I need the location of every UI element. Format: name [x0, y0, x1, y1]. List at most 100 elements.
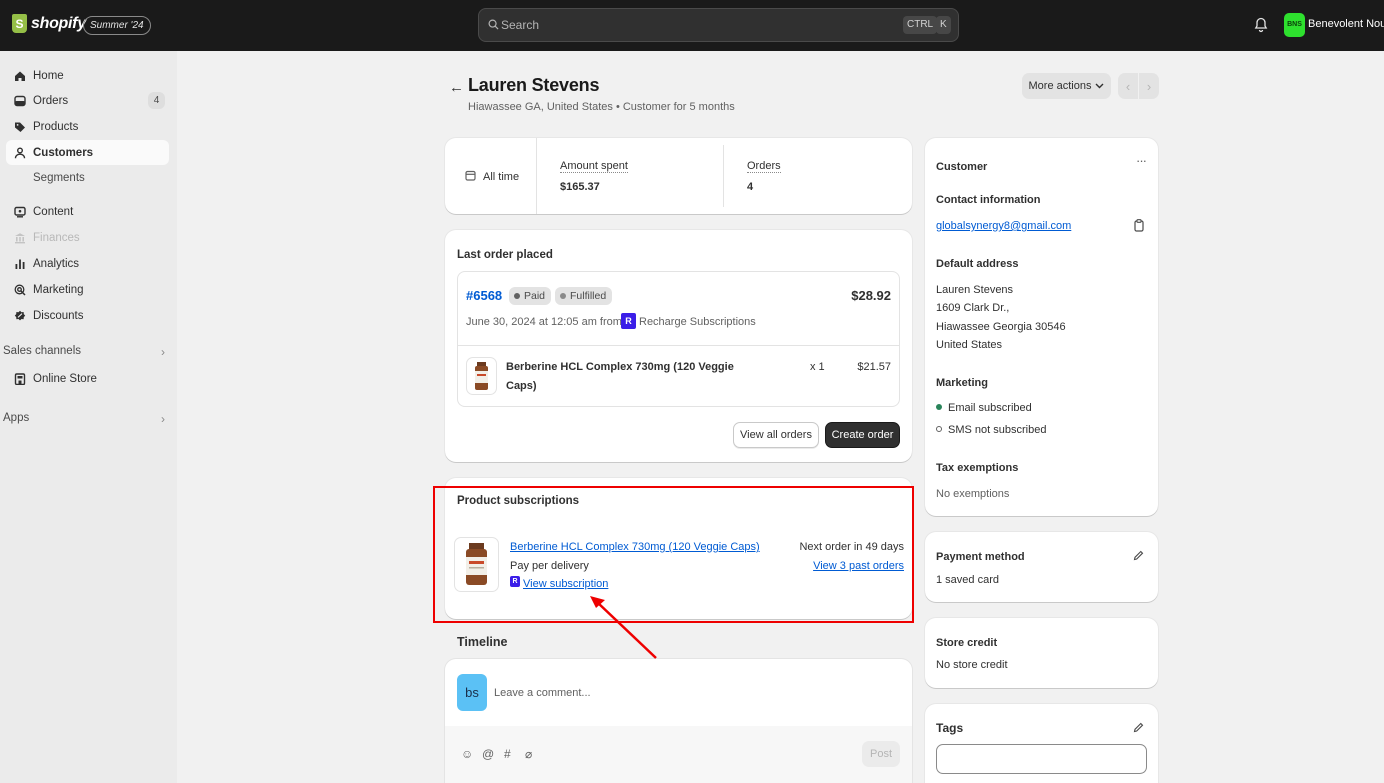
sidebar-item-customers[interactable]: Customers: [6, 140, 169, 165]
chevron-down-icon: [1095, 83, 1104, 89]
status-dot: [560, 293, 566, 299]
target-icon: [14, 284, 26, 296]
sidebar-item-content[interactable]: Content: [6, 199, 169, 224]
sidebar-item-marketing[interactable]: Marketing: [6, 277, 169, 302]
customer-email-link[interactable]: globalsynergy8@gmail.com: [936, 220, 1071, 232]
store-avatar[interactable]: BNS: [1284, 13, 1305, 37]
highlight-annotation-box: [433, 486, 914, 623]
address-line: 1609 Clark Dr.,: [936, 302, 1010, 314]
edit-pencil-icon[interactable]: [1133, 550, 1144, 561]
period-selector[interactable]: All time: [483, 171, 519, 183]
customer-card: Customer ··· Contact information globals…: [925, 138, 1158, 516]
sidebar-item-label: Home: [33, 69, 64, 82]
contact-info-title: Contact information: [936, 194, 1041, 206]
payment-method-value: 1 saved card: [936, 574, 999, 586]
sidebar-item-products[interactable]: Products: [6, 114, 169, 139]
annotation-arrow-icon: [590, 596, 657, 659]
apps-section[interactable]: Apps ›: [3, 412, 165, 426]
last-order-card: Last order placed #6568 Paid Fulfilled $…: [445, 230, 912, 462]
amount-spent-label: Amount spent: [560, 160, 628, 173]
more-actions-button[interactable]: More actions: [1022, 73, 1111, 99]
sidebar-item-label: Marketing: [33, 283, 84, 296]
sidebar-item-home[interactable]: Home: [6, 63, 169, 88]
sidebar-item-label: Discounts: [33, 309, 84, 322]
sidebar-item-orders[interactable]: Orders 4: [6, 88, 169, 113]
view-all-orders-button[interactable]: View all orders: [733, 422, 819, 448]
hashtag-icon[interactable]: #: [504, 747, 511, 761]
sidebar-item-label: Orders: [33, 94, 69, 107]
address-line: United States: [936, 339, 1003, 351]
sidebar-item-label: Content: [33, 205, 74, 218]
order-total: $28.92: [851, 288, 891, 303]
sidebar-item-online-store[interactable]: Online Store: [6, 366, 169, 391]
sales-channels-section[interactable]: Sales channels ›: [3, 345, 165, 359]
orders-icon: [14, 95, 26, 106]
timeline-title: Timeline: [457, 635, 508, 649]
comment-toolbar: [445, 726, 912, 783]
divider: [536, 138, 537, 214]
store-credit-value: No store credit: [936, 659, 1008, 671]
sms-marketing-status: SMS not subscribed: [948, 424, 1047, 436]
sidebar-item-label: Analytics: [33, 257, 80, 270]
edit-pencil-icon[interactable]: [1133, 722, 1144, 733]
store-name[interactable]: Benevolent Nouri: [1308, 18, 1384, 30]
customer-card-title: Customer: [936, 161, 988, 173]
user-avatar: bs: [457, 674, 487, 711]
supplement-bottle-image: [475, 362, 488, 390]
emoji-icon[interactable]: ☺: [461, 747, 473, 761]
orders-label: Orders: [747, 160, 781, 173]
payment-method-card: Payment method 1 saved card: [925, 532, 1158, 602]
sidebar-item-label: Customers: [33, 146, 94, 159]
marketing-title: Marketing: [936, 377, 988, 389]
item-name-line1[interactable]: Berberine HCL Complex 730mg (120 Veggie: [506, 361, 734, 373]
sidebar-item-finances: Finances: [6, 225, 169, 250]
default-address-title: Default address: [936, 258, 1019, 270]
search-bar[interactable]: CTRL K: [478, 8, 959, 42]
address-line: Hiawassee Georgia 30546: [936, 321, 1066, 333]
more-actions-label: More actions: [1028, 80, 1092, 92]
person-icon: [14, 147, 26, 158]
more-options-icon[interactable]: ···: [1136, 153, 1147, 168]
sidebar-item-analytics[interactable]: Analytics: [6, 251, 169, 276]
last-order-title: Last order placed: [457, 249, 553, 261]
copy-icon[interactable]: [1134, 219, 1144, 232]
order-summary-box: #6568 Paid Fulfilled $28.92 June 30, 202…: [457, 271, 900, 407]
product-thumbnail: [466, 357, 497, 395]
sales-channels-label: Sales channels: [3, 345, 81, 357]
sidebar-item-label: Finances: [33, 231, 80, 244]
calendar-icon: [465, 170, 476, 181]
sidebar-item-label: Products: [33, 120, 79, 133]
item-quantity: x 1: [810, 361, 825, 373]
search-input[interactable]: [501, 15, 861, 35]
bell-icon[interactable]: [1254, 17, 1268, 33]
sidebar-item-discounts[interactable]: Discounts: [6, 303, 169, 328]
paid-status-text: Paid: [524, 290, 546, 302]
order-number-link[interactable]: #6568: [466, 288, 502, 303]
tax-exemptions-title: Tax exemptions: [936, 462, 1019, 474]
post-comment-button[interactable]: Post: [862, 741, 900, 767]
page-subtitle: Hiawassee GA, United States • Customer f…: [468, 101, 735, 113]
amount-spent-value: $165.37: [560, 181, 600, 193]
edition-badge[interactable]: Summer '24: [83, 16, 151, 35]
comment-input[interactable]: [494, 684, 874, 702]
address-line: Lauren Stevens: [936, 284, 1014, 296]
chart-icon: [15, 259, 25, 269]
mention-icon[interactable]: @: [482, 747, 494, 761]
attachment-icon[interactable]: ⌀: [525, 747, 532, 761]
bank-icon: [15, 232, 25, 243]
chevron-right-icon: ›: [161, 345, 165, 359]
apps-label: Apps: [3, 412, 30, 424]
next-customer-button[interactable]: ›: [1139, 73, 1159, 99]
previous-customer-button[interactable]: ‹: [1118, 73, 1138, 99]
tags-title: Tags: [936, 721, 964, 735]
item-price: $21.57: [857, 361, 891, 373]
item-name-line2[interactable]: Caps): [506, 380, 537, 392]
orders-count-badge: 4: [148, 92, 165, 109]
back-arrow-icon[interactable]: ←: [449, 79, 464, 96]
shopify-logo[interactable]: S shopify: [12, 14, 86, 33]
order-date: June 30, 2024 at 12:05 am from: [466, 316, 622, 328]
tags-input[interactable]: [936, 744, 1147, 774]
sidebar: Home Orders 4 Products Customers Segment…: [0, 51, 177, 783]
sidebar-item-segments[interactable]: Segments: [33, 172, 85, 184]
create-order-button[interactable]: Create order: [825, 422, 900, 448]
